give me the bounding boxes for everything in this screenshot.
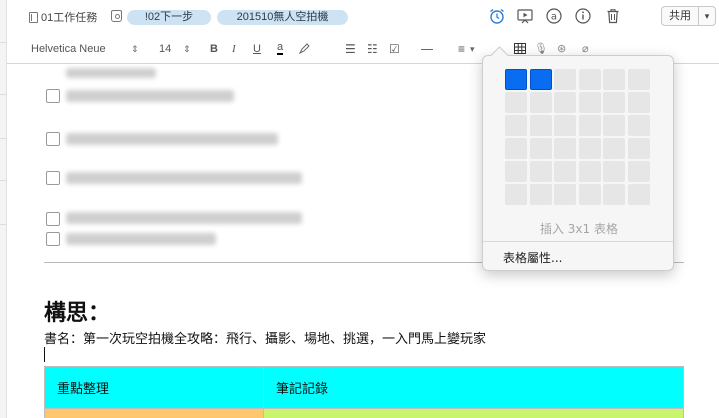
grid-cell[interactable] xyxy=(505,161,527,182)
checkbox[interactable] xyxy=(46,132,60,146)
tag-icon[interactable] xyxy=(111,10,122,22)
grid-cell[interactable] xyxy=(529,138,552,159)
svg-text:a: a xyxy=(551,12,557,23)
grid-cell[interactable] xyxy=(627,115,650,136)
checklist-icon[interactable]: ☑ xyxy=(389,42,400,56)
grid-cell[interactable] xyxy=(578,69,601,90)
checkbox[interactable] xyxy=(46,212,60,226)
chevron-down-icon: ▾ xyxy=(704,11,710,21)
bold-button[interactable]: B xyxy=(210,42,218,56)
tag-drone[interactable]: 201510無人空拍機 xyxy=(217,10,348,25)
grid-cell[interactable] xyxy=(603,92,625,113)
font-family-value: Helvetica Neue xyxy=(31,43,106,55)
present-icon[interactable] xyxy=(516,7,534,25)
trash-icon[interactable] xyxy=(604,7,622,25)
table-properties-item[interactable]: 表格屬性... xyxy=(503,249,562,266)
note-table[interactable]: 重點整理 筆記記錄 xyxy=(44,366,684,418)
at-mention-icon[interactable]: a xyxy=(545,7,563,25)
attachment-icon[interactable]: ⌀ xyxy=(582,42,589,56)
blurred-text xyxy=(66,133,278,145)
highlighter-icon[interactable] xyxy=(298,42,311,55)
insert-table-label[interactable]: 插入 3x1 表格 xyxy=(483,220,675,237)
alignment-chevron-icon[interactable]: ▾ xyxy=(470,42,475,56)
grid-cell[interactable] xyxy=(505,184,527,205)
grid-cell[interactable] xyxy=(603,69,625,90)
book-title-line[interactable]: 書名：第一次玩空拍機全攻略：飛行、攝影、場地、挑選，一入門馬上變玩家 xyxy=(44,328,486,347)
font-size-value: 14 xyxy=(159,43,172,55)
table-cell[interactable] xyxy=(263,408,684,418)
font-size-stepper-icon[interactable]: ⇕ xyxy=(183,42,191,56)
blurred-text xyxy=(66,212,302,224)
popover-divider xyxy=(483,241,673,242)
blurred-text xyxy=(66,233,216,245)
note-heading[interactable]: 構思： xyxy=(44,295,110,327)
grid-cell[interactable] xyxy=(603,115,625,136)
font-size-select[interactable]: 14 xyxy=(159,42,171,56)
horizontal-rule-icon[interactable] xyxy=(421,49,433,50)
grid-cell[interactable] xyxy=(627,138,650,159)
blurred-text xyxy=(66,90,234,102)
grid-cell[interactable] xyxy=(505,92,527,113)
blurred-text xyxy=(66,68,156,78)
grid-cell[interactable] xyxy=(529,92,552,113)
checkbox[interactable] xyxy=(46,89,60,103)
grid-cell[interactable] xyxy=(529,184,552,205)
grid-cell[interactable] xyxy=(578,115,601,136)
grid-cell[interactable] xyxy=(505,115,527,136)
table-insert-popover: 插入 3x1 表格 表格屬性... xyxy=(482,55,674,271)
grid-cell[interactable] xyxy=(627,92,650,113)
notebook-selector[interactable]: 01工作任務 xyxy=(29,9,97,25)
grid-cell[interactable] xyxy=(529,115,552,136)
info-icon[interactable] xyxy=(574,7,592,25)
italic-button[interactable]: I xyxy=(232,42,236,56)
grid-cell[interactable] xyxy=(554,184,576,205)
text-cursor xyxy=(44,347,45,362)
grid-cell[interactable] xyxy=(578,138,601,159)
checkbox[interactable] xyxy=(46,232,60,246)
grid-cell[interactable] xyxy=(554,92,576,113)
reminder-alarm-icon[interactable] xyxy=(488,7,506,25)
grid-cell-selected[interactable] xyxy=(529,69,552,90)
grid-cell[interactable] xyxy=(554,115,576,136)
grid-cell[interactable] xyxy=(529,161,552,182)
tag-next-step[interactable]: !02下一步 xyxy=(127,10,211,25)
grid-cell[interactable] xyxy=(603,161,625,182)
numbered-list-icon[interactable]: ☷ xyxy=(367,42,378,56)
table-cell[interactable] xyxy=(44,408,264,418)
grid-cell[interactable] xyxy=(627,184,650,205)
notebook-name: 01工作任務 xyxy=(41,12,98,24)
grid-cell[interactable] xyxy=(554,69,576,90)
mic-icon[interactable]: 🎙 xyxy=(534,42,548,56)
grid-cell[interactable] xyxy=(578,184,601,205)
grid-cell[interactable] xyxy=(603,184,625,205)
notebook-icon xyxy=(29,11,38,23)
font-family-select[interactable]: Helvetica Neue xyxy=(31,42,106,56)
share-options-button[interactable]: ▾ xyxy=(698,6,716,26)
font-family-stepper-icon[interactable]: ⇕ xyxy=(131,42,139,56)
grid-cell[interactable] xyxy=(627,161,650,182)
table-icon[interactable] xyxy=(514,43,526,54)
grid-cell-selected[interactable] xyxy=(505,69,527,90)
grid-cell[interactable] xyxy=(603,138,625,159)
checkbox[interactable] xyxy=(46,171,60,185)
bullet-list-icon[interactable]: ☰ xyxy=(345,42,356,56)
alignment-icon[interactable]: ≡ xyxy=(458,42,465,56)
grid-cell[interactable] xyxy=(578,92,601,113)
text-color-button[interactable]: a xyxy=(277,42,284,55)
grid-cell[interactable] xyxy=(578,161,601,182)
blurred-text xyxy=(66,172,302,184)
left-sidebar-edge xyxy=(0,0,7,418)
table-header-cell[interactable]: 筆記記錄 xyxy=(263,366,684,409)
grid-cell[interactable] xyxy=(554,161,576,182)
underline-button[interactable]: U xyxy=(253,42,261,56)
note-header: 01工作任務 !02下一步 201510無人空拍機 a 共用 ▾ xyxy=(7,0,719,34)
grid-cell[interactable] xyxy=(627,69,650,90)
encrypt-icon[interactable]: ⊛ xyxy=(557,42,566,56)
grid-cell[interactable] xyxy=(505,138,527,159)
share-button[interactable]: 共用 xyxy=(661,6,699,26)
table-header-cell[interactable]: 重點整理 xyxy=(44,366,264,409)
grid-cell[interactable] xyxy=(554,138,576,159)
